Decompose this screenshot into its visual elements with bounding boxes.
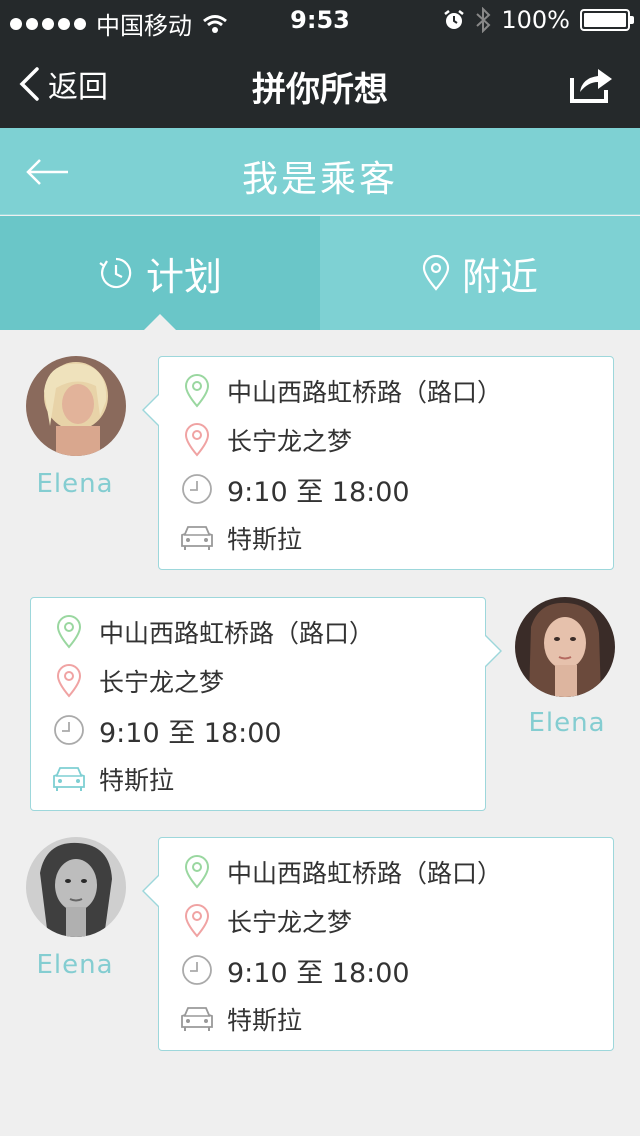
destination-row: 长宁龙之梦 — [51, 661, 224, 701]
time-row: 9:10 至 18:00 — [179, 469, 410, 509]
username[interactable]: Elena — [5, 950, 145, 980]
tab-nearby-label: 附近 — [461, 254, 538, 299]
time-row: 9:10 至 18:00 — [179, 950, 410, 990]
share-icon — [570, 69, 612, 103]
navigation-bar: 返回 拼你所想 — [0, 40, 640, 128]
trip-card[interactable]: 中山西路虹桥路（路口） 长宁龙之梦 9:10 至 18:00 特斯拉 — [142, 837, 614, 1051]
destination-row: 长宁龙之梦 — [179, 420, 352, 460]
avatar[interactable] — [515, 597, 615, 697]
time-row: 9:10 至 18:00 — [51, 710, 282, 750]
destination-row: 长宁龙之梦 — [179, 901, 352, 941]
start-row: 中山西路虹桥路（路口） — [179, 852, 502, 892]
destination-location: 长宁龙之梦 — [99, 668, 225, 697]
car-row: 特斯拉 — [51, 759, 174, 799]
section-header: 我是乘客 — [0, 128, 640, 215]
status-right: 100% — [443, 6, 634, 34]
start-pin-icon — [51, 614, 87, 650]
destination-location: 长宁龙之梦 — [227, 427, 353, 456]
destination-pin-icon — [51, 663, 87, 699]
start-row: 中山西路虹桥路（路口） — [51, 612, 374, 652]
tab-plan[interactable]: 计划 — [0, 216, 320, 330]
destination-location: 长宁龙之梦 — [227, 908, 353, 937]
share-button[interactable] — [568, 64, 614, 104]
trip-entry[interactable]: 中山西路虹桥路（路口） 长宁龙之梦 9:10 至 18:00 特斯拉 Elena — [0, 597, 640, 813]
time-range: 9:10 至 18:00 — [227, 476, 410, 508]
clock-icon — [179, 471, 215, 507]
start-location: 中山西路虹桥路（路口） — [227, 378, 503, 407]
car-row: 特斯拉 — [179, 518, 302, 558]
username[interactable]: Elena — [5, 469, 145, 499]
car-gray-icon — [179, 1001, 215, 1037]
car-model: 特斯拉 — [99, 766, 175, 795]
bluetooth-icon — [476, 7, 491, 33]
destination-pin-icon — [179, 422, 215, 458]
car-row: 特斯拉 — [179, 999, 302, 1039]
arrow-back-button[interactable] — [24, 152, 72, 192]
start-pin-icon — [179, 854, 215, 890]
username[interactable]: Elena — [497, 708, 637, 738]
avatar[interactable] — [26, 356, 126, 456]
trip-entry[interactable]: Elena 中山西路虹桥路（路口） 长宁龙之梦 9:10 至 18:00 特斯拉 — [0, 356, 640, 572]
status-bar: 中国移动 9:53 100% — [0, 0, 640, 40]
start-row: 中山西路虹桥路（路口） — [179, 371, 502, 411]
clock-icon — [179, 952, 215, 988]
destination-pin-icon — [179, 903, 215, 939]
battery-icon — [580, 9, 634, 31]
start-pin-icon — [179, 373, 215, 409]
tab-plan-label: 计划 — [145, 254, 222, 299]
avatar[interactable] — [26, 837, 126, 937]
trip-card[interactable]: 中山西路虹桥路（路口） 长宁龙之梦 9:10 至 18:00 特斯拉 — [30, 597, 502, 811]
arrow-left-icon — [26, 159, 68, 185]
car-teal-icon — [51, 761, 87, 797]
car-gray-icon — [179, 520, 215, 556]
car-model: 特斯拉 — [227, 525, 303, 554]
time-range: 9:10 至 18:00 — [99, 717, 282, 749]
tab-nearby[interactable]: 附近 — [320, 216, 640, 330]
trip-card[interactable]: 中山西路虹桥路（路口） 长宁龙之梦 9:10 至 18:00 特斯拉 — [142, 356, 614, 570]
trip-entry[interactable]: Elena 中山西路虹桥路（路口） 长宁龙之梦 9:10 至 18:00 特斯拉 — [0, 837, 640, 1053]
alarm-clock-icon — [444, 10, 465, 29]
clock-icon — [51, 712, 87, 748]
time-range: 9:10 至 18:00 — [227, 957, 410, 989]
location-pin-icon — [422, 255, 450, 291]
clock-history-icon — [98, 255, 134, 291]
chevron-left-icon — [19, 67, 39, 101]
start-location: 中山西路虹桥路（路口） — [99, 619, 375, 648]
battery-percent: 100% — [501, 6, 570, 34]
back-button[interactable]: 返回 — [18, 62, 108, 106]
tab-bar: 计划 附近 — [0, 216, 640, 330]
start-location: 中山西路虹桥路（路口） — [227, 859, 503, 888]
back-label: 返回 — [48, 70, 108, 105]
section-title: 我是乘客 — [241, 159, 398, 200]
car-model: 特斯拉 — [227, 1006, 303, 1035]
